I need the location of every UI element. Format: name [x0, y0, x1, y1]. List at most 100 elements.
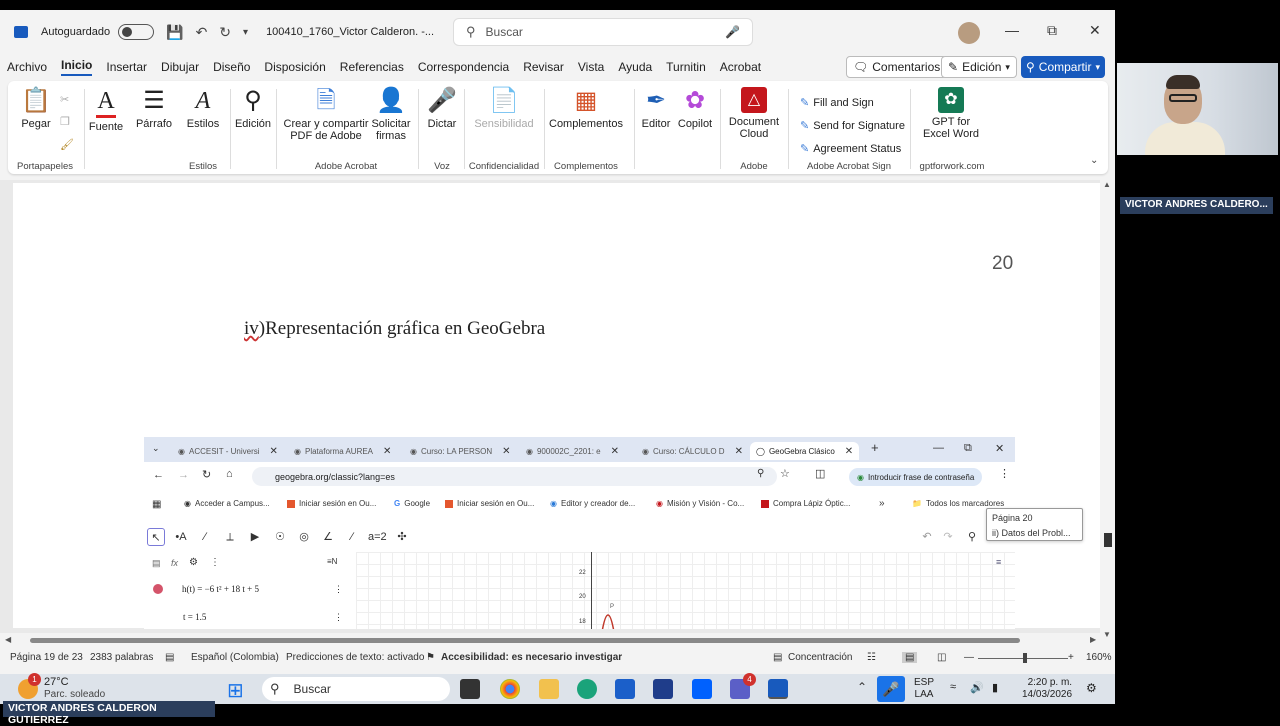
home-icon[interactable]: ⌂: [226, 468, 233, 480]
copilot-button[interactable]: ✿ Copilot: [676, 87, 714, 130]
scroll-up-icon[interactable]: ▲: [1103, 180, 1111, 189]
perpendicular-tool-icon[interactable]: ⟂: [221, 528, 239, 546]
comments-button[interactable]: 🗨 Comentarios: [846, 56, 948, 78]
dictate-button[interactable]: 🎤 Dictar: [424, 87, 460, 130]
input-language[interactable]: ESP LAA: [914, 677, 934, 701]
text-predictions[interactable]: Predicciones de texto: activado: [286, 652, 424, 663]
horizontal-scrollbar[interactable]: ◀ ▶: [0, 633, 1100, 647]
scroll-right-icon[interactable]: ▶: [1090, 635, 1096, 644]
algebra-settings-icon[interactable]: ⚙: [189, 557, 198, 568]
paste-button[interactable]: 📋 Pegar: [18, 87, 54, 130]
share-button[interactable]: ⚲ Compartir ▾: [1021, 56, 1105, 78]
volume-icon[interactable]: 🔊: [970, 681, 984, 694]
more-bookmarks-icon[interactable]: »: [879, 498, 885, 509]
back-icon[interactable]: ←: [153, 469, 164, 481]
fx-icon[interactable]: fx: [171, 558, 178, 568]
bookmark-item[interactable]: ◉ Misión y Visión - Co...: [656, 499, 744, 508]
fill-sign-button[interactable]: ✎ Fill and Sign: [800, 96, 874, 110]
section-heading[interactable]: iv)Representación gráfica en GeoGebra: [244, 318, 545, 340]
browser-tab[interactable]: ◉ Curso: CÁLCULO D ✕: [642, 442, 743, 460]
collapse-ribbon-icon[interactable]: ⌄: [1090, 155, 1098, 166]
visibility-dot-icon[interactable]: [153, 584, 163, 594]
focus-mode[interactable]: Concentración: [788, 652, 852, 663]
slider-tool-icon[interactable]: a=2: [368, 528, 387, 546]
circle-tool-icon[interactable]: ☉: [271, 528, 289, 546]
paragraph-button[interactable]: ☰ Párrafo: [134, 87, 174, 130]
forward-icon[interactable]: →: [178, 469, 189, 481]
web-layout-icon[interactable]: ◫: [937, 652, 946, 663]
chrome-icon[interactable]: [500, 679, 520, 699]
b-app-icon[interactable]: [653, 679, 673, 699]
line-tool-icon[interactable]: ∕: [196, 528, 214, 546]
row-menu-icon[interactable]: ⋮: [334, 584, 343, 595]
reflect-tool-icon[interactable]: ∕: [343, 528, 361, 546]
wifi-icon[interactable]: ≈: [950, 681, 956, 693]
word-count[interactable]: 2383 palabras: [90, 652, 153, 663]
bookmark-item[interactable]: Compra Lápiz Óptic...: [761, 499, 850, 508]
proofing-icon[interactable]: ▤: [165, 652, 174, 663]
close-tab-icon[interactable]: ✕: [270, 446, 278, 457]
font-button[interactable]: A Fuente: [88, 87, 124, 133]
language[interactable]: Español (Colombia): [191, 652, 279, 663]
polygon-tool-icon[interactable]: ▶: [246, 528, 264, 546]
apps-grid-icon[interactable]: ▦: [152, 499, 161, 510]
notifications-icon[interactable]: ⚙: [1086, 681, 1097, 695]
close-tab-icon[interactable]: ✕: [845, 446, 853, 457]
algebra-more-icon[interactable]: ⋮: [210, 557, 220, 568]
tab-acrobat[interactable]: Acrobat: [720, 60, 761, 74]
move-tool-icon[interactable]: ↖: [147, 528, 165, 546]
minimize-icon[interactable]: —: [1005, 22, 1019, 38]
microphone-in-use-icon[interactable]: 🎤: [877, 676, 905, 702]
scroll-down-icon[interactable]: ▼: [1103, 630, 1111, 639]
browser-close-icon[interactable]: ✕: [995, 442, 1004, 455]
browser-tab[interactable]: ◉ ACCESIT - Universi ✕: [178, 442, 278, 460]
bookmark-item[interactable]: ◉ Editor y creador de...: [550, 499, 635, 508]
browser-tab[interactable]: ◉ Plataforma AUREA ✕: [294, 442, 391, 460]
windows-start-icon[interactable]: ⊞: [227, 678, 244, 703]
close-tab-icon[interactable]: ✕: [735, 446, 743, 457]
agreement-status-button[interactable]: ✎ Agreement Status: [800, 142, 901, 156]
undo-icon[interactable]: ↶: [196, 24, 208, 41]
tab-dibujar[interactable]: Dibujar: [161, 60, 199, 74]
tray-expand-icon[interactable]: ⌃: [857, 680, 867, 694]
weather-desc[interactable]: Parc. soleado: [44, 689, 105, 700]
request-signatures-button[interactable]: 👤 Solicitar firmas: [368, 87, 414, 142]
scroll-thumb[interactable]: [1104, 533, 1112, 547]
redo-icon[interactable]: ↻: [219, 24, 231, 41]
passphrase-button[interactable]: ◉ Introducir frase de contraseña: [849, 468, 983, 486]
search-box[interactable]: ⚲ Buscar 🎤: [453, 18, 753, 46]
style-bar-icon[interactable]: ≡: [996, 557, 1001, 567]
tab-inicio[interactable]: Inicio: [61, 58, 93, 76]
bookmark-item[interactable]: ◉ Acceder a Campus...: [184, 499, 270, 508]
restore-icon[interactable]: ⧉: [1047, 22, 1057, 39]
file-explorer-icon[interactable]: [539, 679, 559, 699]
bookmark-item[interactable]: Iniciar sesión en Ou...: [287, 499, 376, 508]
tab-correspondencia[interactable]: Correspondencia: [418, 60, 509, 74]
print-layout-icon[interactable]: ▤: [902, 652, 918, 663]
tab-referencias[interactable]: Referencias: [340, 60, 404, 74]
bookmark-item[interactable]: G Google: [394, 499, 430, 508]
battery-icon[interactable]: ▮: [992, 681, 998, 694]
focus-icon[interactable]: ▤: [773, 652, 782, 663]
vertical-scrollbar[interactable]: ▲ ▼: [1100, 180, 1115, 643]
word-icon[interactable]: [768, 679, 788, 699]
browser-tab-active[interactable]: ◯ GeoGebra Clásico ✕: [750, 442, 860, 460]
tab-turnitin[interactable]: Turnitin: [666, 60, 706, 74]
extensions-icon[interactable]: ◫: [815, 467, 825, 480]
tab-diseno[interactable]: Diseño: [213, 60, 250, 74]
zoom-slider-knob[interactable]: [1023, 653, 1027, 663]
tab-revisar[interactable]: Revisar: [523, 60, 564, 74]
tab-vista[interactable]: Vista: [578, 60, 604, 74]
zoom-in-icon[interactable]: +: [1068, 652, 1074, 663]
document-name[interactable]: 100410_1760_Victor Calderon. -...: [266, 26, 434, 38]
zoom-out-icon[interactable]: —: [964, 652, 974, 663]
browser-tab[interactable]: ◉ Curso: LA PERSON ✕: [410, 442, 511, 460]
h-expression[interactable]: h(t) = −6 t² + 18 t + 5: [182, 584, 259, 594]
close-tab-icon[interactable]: ✕: [611, 446, 619, 457]
cut-icon[interactable]: ✂: [60, 93, 69, 106]
editing-mode-button[interactable]: ✎ Edición ▾: [941, 56, 1017, 78]
autosave-toggle[interactable]: [118, 24, 155, 40]
task-view-icon[interactable]: [460, 679, 480, 699]
format-painter-icon[interactable]: 🖌: [60, 138, 74, 151]
angle-tool-icon[interactable]: ∠: [319, 528, 337, 546]
